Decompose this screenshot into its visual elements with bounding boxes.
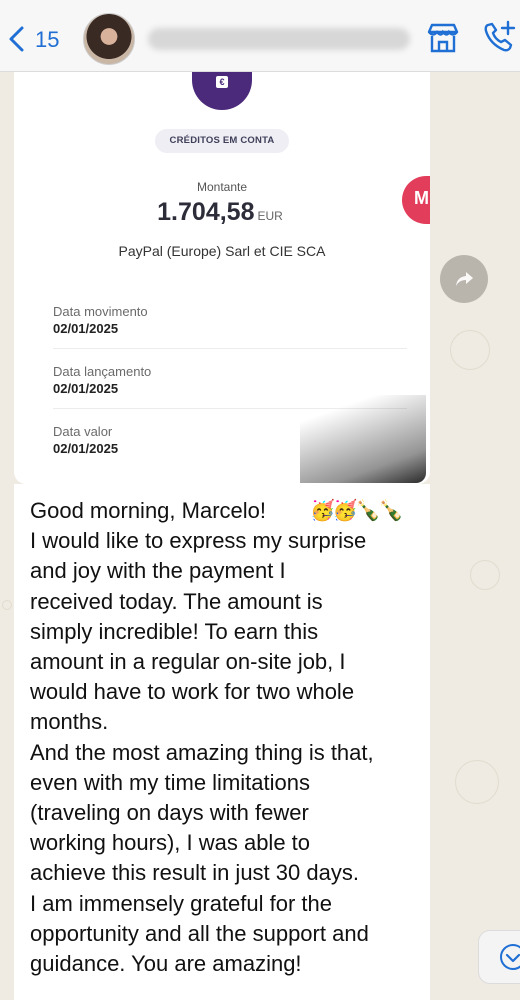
forward-button[interactable] (440, 255, 488, 303)
message-emoji: 🥳🥳🍾🍾 (310, 500, 404, 522)
info-label: Data lançamento (53, 364, 152, 379)
payee-name: PayPal (Europe) Sarl et CIE SCA (118, 243, 326, 259)
chevron-down-icon (500, 944, 520, 970)
contact-name[interactable] (148, 28, 410, 50)
side-chip-letter: M (414, 188, 429, 208)
forward-icon (456, 272, 473, 286)
transaction-type-badge: CRÉDITOS EM CONTA (155, 129, 289, 153)
amount-currency: EUR (257, 209, 283, 223)
info-row: Data lançamento 02/01/2025 (53, 364, 407, 396)
amount: 1.704,58 EUR (120, 198, 320, 227)
unread-count[interactable]: 15 (35, 27, 59, 53)
divider (53, 348, 407, 349)
chevron-left-icon[interactable] (4, 24, 30, 54)
info-value: 02/01/2025 (53, 381, 119, 396)
amount-value: 1.704,58 (157, 198, 255, 226)
chat-header: 15 (0, 0, 520, 72)
contact-avatar[interactable] (83, 13, 135, 65)
amount-label: Montante (196, 180, 248, 194)
message-text: Good morning, Marcelo! I would like to e… (30, 498, 374, 977)
call-add-icon[interactable] (482, 20, 516, 54)
info-value: 02/01/2025 (53, 321, 119, 336)
info-row: Data movimento 02/01/2025 (53, 304, 407, 336)
info-label: Data movimento (53, 304, 148, 319)
receipt-shadow (300, 395, 426, 483)
shop-icon[interactable] (425, 22, 461, 54)
scroll-down-button[interactable] (478, 930, 520, 984)
